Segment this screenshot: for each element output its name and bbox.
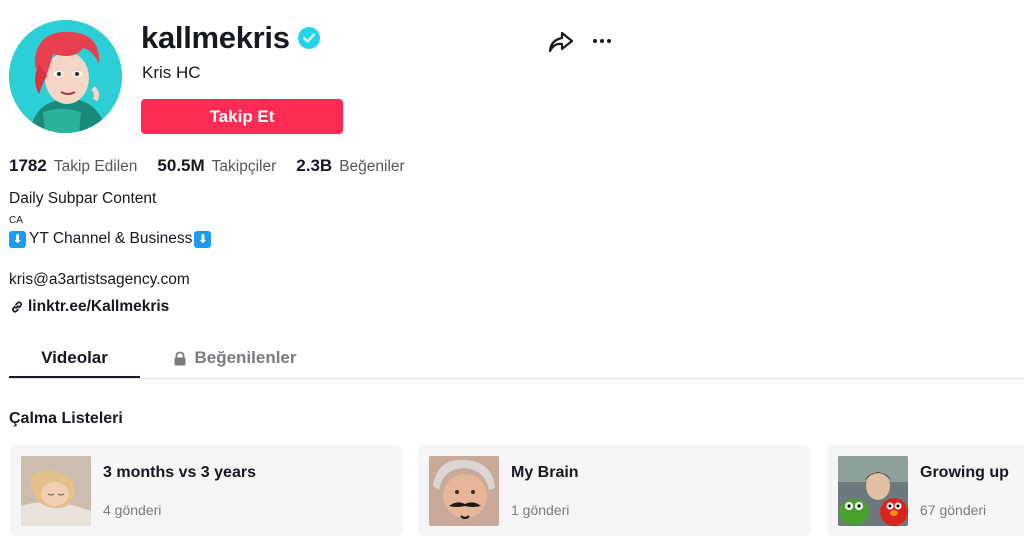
bio-yt-text: YT Channel & Business: [29, 230, 193, 247]
profile-avatar[interactable]: [9, 20, 122, 133]
username-row: kallmekris: [141, 20, 320, 56]
playlist-title: 3 months vs 3 years: [103, 464, 256, 481]
playlist-thumbnail: [838, 456, 908, 526]
more-dot: [600, 39, 604, 43]
playlist-card[interactable]: 3 months vs 3 years 4 gönderi: [10, 445, 403, 536]
bio-location: CA: [9, 215, 23, 226]
lock-icon: [174, 351, 186, 365]
display-name: Kris HC: [142, 63, 201, 82]
follow-button[interactable]: Takip Et: [141, 99, 343, 134]
down-arrow-emoji-icon: ⬇: [194, 230, 212, 248]
playlist-card[interactable]: Growing up 67 gönderi: [827, 445, 1024, 536]
likes-label: Beğeniler: [339, 158, 405, 175]
playlist-count: 67 gönderi: [920, 502, 987, 518]
followers-label: Takipçiler: [211, 158, 277, 175]
share-icon[interactable]: [548, 30, 576, 54]
bio-yt-line: ⬇ YT Channel & Business ⬇: [9, 230, 212, 248]
likes-count: 2.3B: [296, 156, 333, 175]
stat-followers[interactable]: 50.5M Takipçiler: [157, 156, 276, 176]
more-dot: [607, 39, 611, 43]
playlist-count: 4 gönderi: [103, 502, 162, 518]
bio-link[interactable]: linktr.ee/Kallmekris: [10, 298, 169, 316]
followers-count: 50.5M: [157, 156, 205, 175]
link-icon: [11, 301, 23, 313]
bio-line: Daily Subpar Content: [9, 190, 157, 207]
following-count: 1782: [9, 156, 47, 175]
down-arrow-emoji-icon: ⬇: [9, 230, 26, 248]
playlist-title: My Brain: [511, 464, 579, 481]
playlists-title: Çalma Listeleri: [9, 410, 123, 427]
more-dot: [593, 39, 597, 43]
tab-videos[interactable]: Videolar: [9, 338, 140, 378]
tab-liked-label: Beğenilenler: [194, 348, 297, 367]
playlist-count: 1 gönderi: [511, 502, 570, 518]
username: kallmekris: [141, 20, 290, 55]
bio: Daily Subpar Content CA ⬇ YT Channel & B…: [9, 190, 212, 248]
more-icon[interactable]: [590, 30, 614, 52]
playlist-thumbnail: [429, 456, 499, 526]
playlist-thumbnail: [21, 456, 91, 526]
bio-link-text: linktr.ee/Kallmekris: [28, 298, 170, 315]
tab-liked[interactable]: Beğenilenler: [170, 338, 300, 378]
bio-email: kris@a3artistsagency.com: [9, 271, 190, 288]
verified-badge-icon: [297, 27, 320, 49]
tab-active-underline: [9, 376, 140, 378]
profile-tabs: Videolar Beğenilenler: [9, 338, 1024, 379]
following-label: Takip Edilen: [53, 158, 138, 175]
stat-following[interactable]: 1782 Takip Edilen: [9, 156, 137, 176]
playlist-title: Growing up: [920, 464, 1009, 481]
profile-stats: 1782 Takip Edilen 50.5M Takipçiler 2.3B …: [9, 156, 425, 176]
playlist-card[interactable]: My Brain 1 gönderi: [418, 445, 811, 536]
stat-likes: 2.3B Beğeniler: [296, 156, 404, 176]
